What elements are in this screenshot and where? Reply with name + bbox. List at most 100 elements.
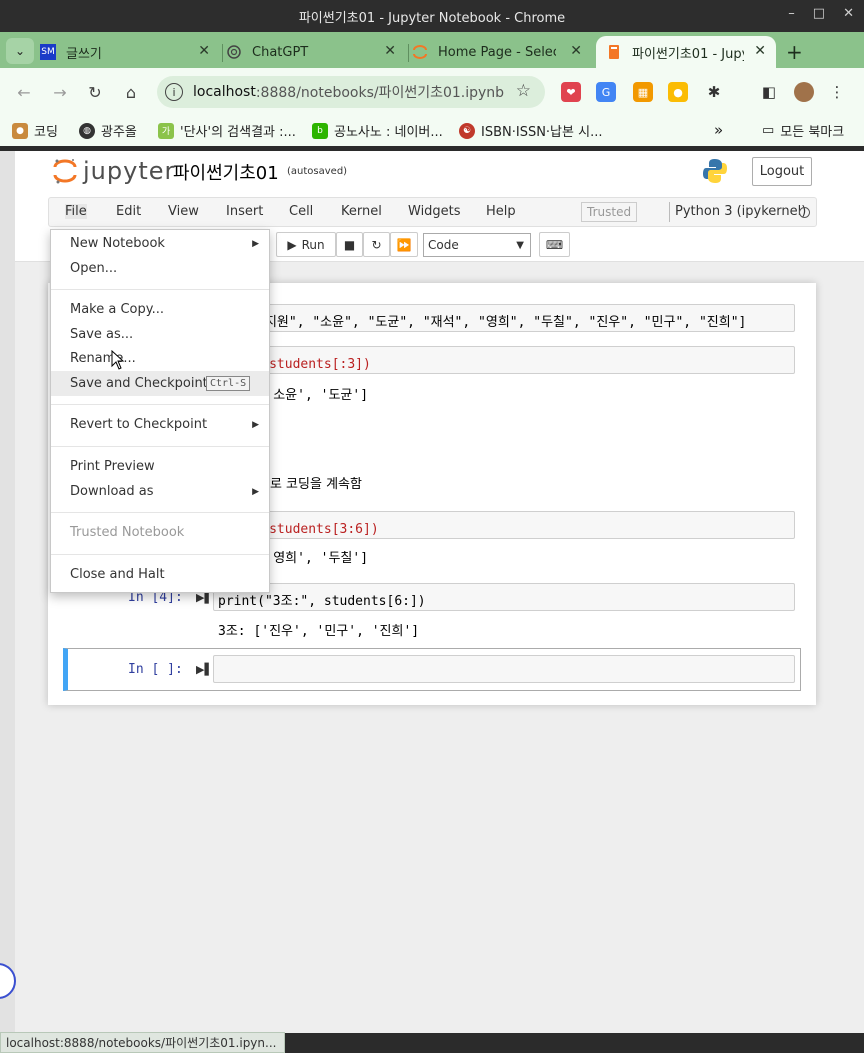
notebook-menubar: File Edit View Insert Cell Kernel Widget… [48, 197, 817, 227]
extensions-icon[interactable]: ✱ [704, 82, 724, 102]
bookmarks-overflow-button[interactable]: » [714, 121, 723, 139]
menu-insert[interactable]: Insert [226, 204, 263, 219]
play-icon: ▶ [287, 237, 297, 252]
address-bar[interactable]: i localhost :8888/notebooks/파이썬기초01.ipyn… [157, 76, 545, 108]
restart-run-all-button[interactable]: ⏩ [390, 232, 418, 257]
notebook-name[interactable]: 파이썬기초01 [173, 159, 279, 185]
code-cell-5-input[interactable] [213, 655, 795, 683]
menu-item-save-checkpoint[interactable]: Save and Checkpoint Ctrl-S [51, 371, 269, 396]
profile-avatar[interactable] [794, 82, 814, 102]
bookmark-label: ISBN·ISSN·납본 시... [481, 125, 603, 140]
menu-item-new-notebook[interactable]: New Notebook ▶ [51, 231, 269, 256]
pocket-icon[interactable]: ❤ [561, 82, 581, 102]
keyboard-icon: ⌨ [545, 237, 564, 252]
tab-blog[interactable]: SM 글쓰기 ✕ [40, 36, 220, 68]
menu-item-trusted-notebook: Trusted Notebook [51, 520, 269, 545]
submenu-arrow-icon: ▶ [252, 238, 259, 249]
blog-icon: b [312, 122, 328, 139]
tab-label: Home Page - Select [438, 44, 556, 60]
taegeuk-icon: ☯ [459, 122, 475, 139]
run-cell-icon[interactable]: ▶▌ [196, 663, 213, 676]
cell-type-select[interactable]: Code ▼ [423, 233, 531, 257]
logout-button[interactable]: Logout [752, 157, 812, 186]
close-icon[interactable]: ✕ [198, 43, 210, 59]
forward-icon[interactable]: → [48, 80, 72, 104]
close-icon[interactable]: ✕ [384, 43, 396, 59]
bookmark-star-icon[interactable]: ☆ [516, 81, 531, 101]
menu-item-close-halt[interactable]: Close and Halt [51, 562, 269, 587]
keep-icon[interactable]: ● [668, 82, 688, 102]
interrupt-button[interactable]: ■ [336, 232, 363, 257]
menu-kernel[interactable]: Kernel [341, 204, 382, 219]
close-window-button[interactable]: ✕ [843, 6, 854, 21]
code-text: s = ["지원", "소윤", "도균", "재석", "영희", "두칠",… [218, 315, 747, 330]
menu-widgets[interactable]: Widgets [408, 204, 461, 219]
restart-button[interactable]: ↻ [363, 232, 390, 257]
maximize-button[interactable]: □ [813, 6, 825, 21]
run-button[interactable]: ▶ Run [276, 232, 336, 257]
code-cell-1[interactable]: s = ["지원", "소윤", "도균", "재석", "영희", "두칠",… [213, 304, 795, 332]
submenu-arrow-icon: ▶ [252, 486, 259, 497]
site-info-icon[interactable]: i [165, 83, 183, 101]
close-icon[interactable]: ✕ [570, 43, 582, 59]
home-icon[interactable]: ⌂ [119, 80, 143, 104]
code-cell-2[interactable]: 1조:", students[:3]) [213, 346, 795, 374]
trusted-indicator[interactable]: Trusted [581, 202, 638, 222]
menu-item-open[interactable]: Open... [51, 256, 269, 281]
stop-icon: ■ [343, 237, 356, 252]
tab-notebook-active[interactable]: 파이썬기초01 - Jupyt ✕ [596, 36, 776, 68]
markdown-cell: 지로 코딩을 계속함 [258, 477, 362, 492]
jupyter-icon [412, 44, 428, 60]
menu-item-make-copy[interactable]: Make a Copy... [51, 297, 269, 322]
minimize-button[interactable]: – [788, 6, 795, 21]
layout-extension-icon[interactable]: ▦ [633, 82, 653, 102]
close-icon[interactable]: ✕ [754, 43, 766, 59]
menu-kebab-icon[interactable]: ⋮ [827, 82, 847, 102]
bookmark-coding[interactable]: ● 코딩 [12, 121, 58, 140]
chevron-down-icon: ⌄ [14, 44, 26, 58]
all-bookmarks-folder[interactable]: ▭ 모든 북마크 [762, 121, 844, 140]
menu-item-revert-checkpoint[interactable]: Revert to Checkpoint ▶ [51, 412, 269, 437]
menu-file[interactable]: File [65, 204, 87, 219]
tab-home-page[interactable]: Home Page - Select ✕ [412, 36, 592, 68]
bookmarks-bar: ● 코딩 ◍ 광주올 가 '단사'의 검색결과 :... b 공노사노 : 네이… [0, 116, 864, 146]
back-icon[interactable]: ← [12, 80, 36, 104]
command-palette-button[interactable]: ⌨ [539, 232, 570, 257]
file-menu-dropdown: New Notebook ▶ Open... Make a Copy... Sav… [50, 229, 270, 593]
menu-cell[interactable]: Cell [289, 204, 313, 219]
code-cell-3[interactable]: 2조:", students[3:6]) [213, 511, 795, 539]
menu-edit[interactable]: Edit [116, 204, 141, 219]
bookmark-gwangju[interactable]: ◍ 광주올 [79, 121, 137, 140]
code-cell-4[interactable]: print("3조:", students[6:]) [213, 583, 795, 611]
tab-strip: ⌄ SM 글쓰기 ✕ ChatGPT ✕ Home Page - Select … [0, 32, 864, 68]
bookmark-label: 공노사노 : 네이버... [334, 125, 443, 140]
tab-search-button[interactable]: ⌄ [6, 38, 34, 64]
bookmark-naver-blog[interactable]: b 공노사노 : 네이버... [312, 121, 443, 140]
jupyter-logo[interactable]: jupyter [53, 157, 175, 185]
menu-item-download-as[interactable]: Download as ▶ [51, 479, 269, 504]
tab-label: ChatGPT [252, 44, 309, 60]
menu-help[interactable]: Help [486, 204, 516, 219]
side-panel-icon[interactable]: ◧ [759, 82, 779, 102]
chevron-down-icon: ▼ [516, 239, 524, 251]
menu-view[interactable]: View [168, 204, 199, 219]
menu-item-label: Open... [70, 261, 118, 276]
run-label: Run [301, 237, 325, 252]
new-tab-button[interactable]: + [786, 40, 803, 64]
menu-item-label: Print Preview [70, 459, 155, 474]
menu-item-label: Close and Halt [70, 567, 165, 582]
menu-item-print-preview[interactable]: Print Preview [51, 454, 269, 479]
bookmark-isbn[interactable]: ☯ ISBN·ISSN·납본 시... [459, 121, 602, 140]
ga-icon: 가 [158, 122, 174, 139]
menu-item-save-as[interactable]: Save as... [51, 322, 269, 347]
reload-icon[interactable]: ↻ [83, 80, 107, 104]
notebook-icon [606, 44, 622, 60]
bookmark-dansa[interactable]: 가 '단사'의 검색결과 :... [158, 121, 296, 140]
tab-label: 글쓰기 [66, 46, 102, 62]
menu-item-label: Make a Copy... [70, 302, 164, 317]
menu-item-rename[interactable]: Rename... [51, 346, 269, 371]
tab-chatgpt[interactable]: ChatGPT ✕ [226, 36, 406, 68]
translate-icon[interactable]: G [596, 82, 616, 102]
menu-item-label: Save and Checkpoint [70, 376, 208, 391]
folder-icon: ▭ [762, 123, 775, 138]
